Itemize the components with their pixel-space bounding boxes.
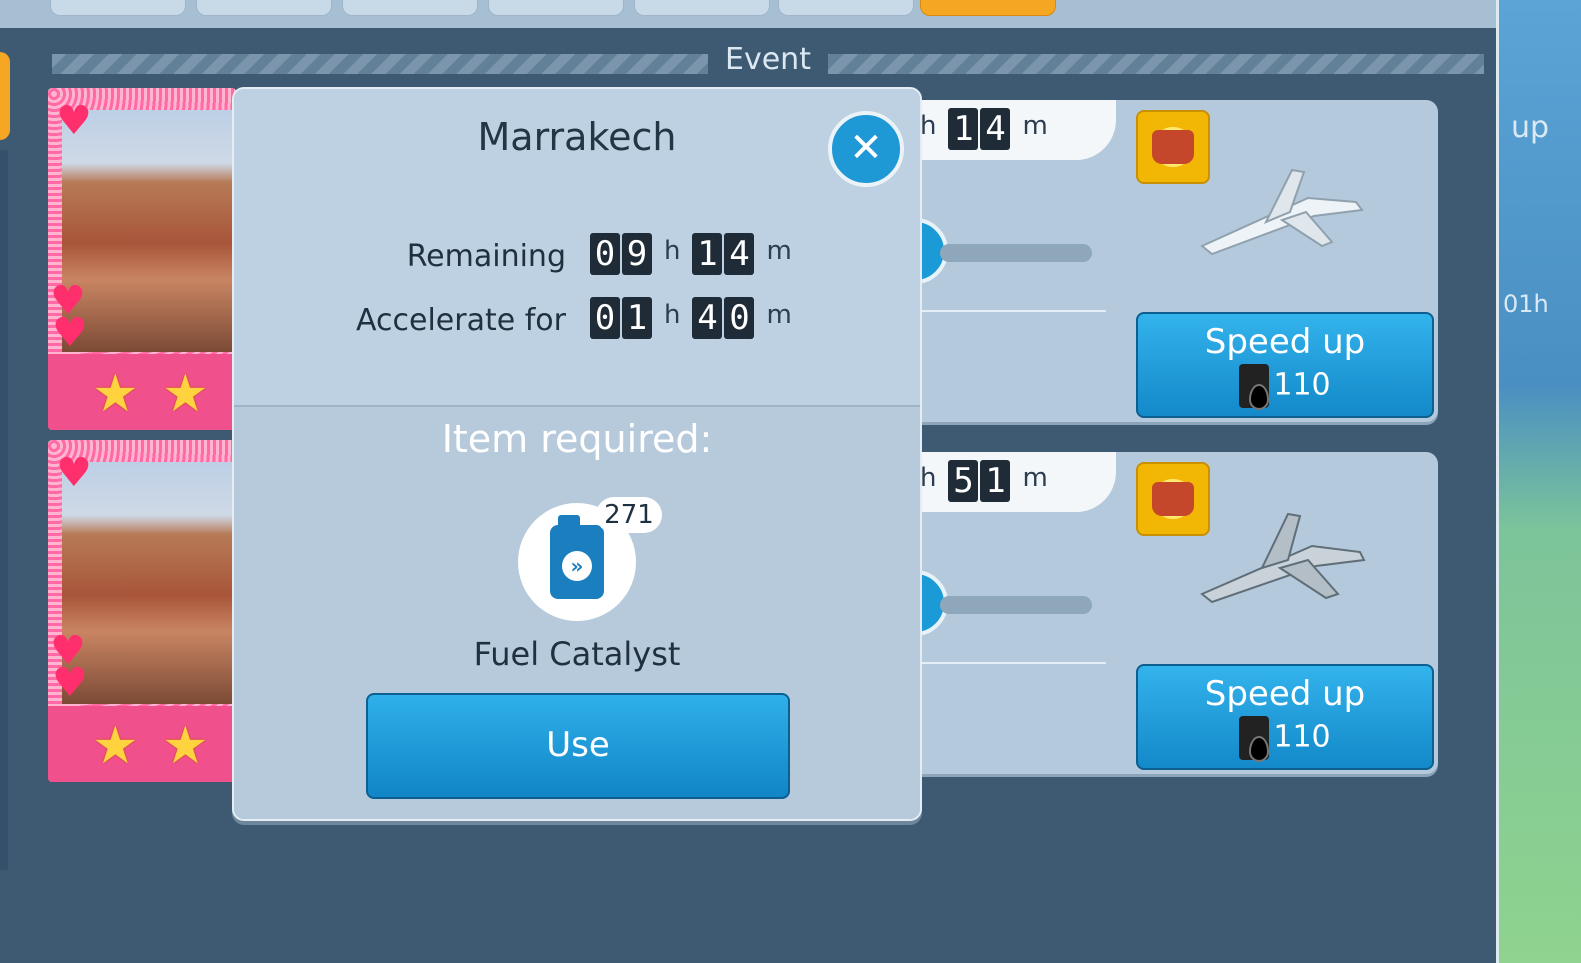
dialog-title: Marrakech (477, 115, 677, 159)
hour-unit: h (920, 111, 937, 141)
minute-digit: 1 (692, 233, 723, 275)
flight-timer: h14m (900, 100, 1116, 160)
minute-unit: m (766, 236, 792, 266)
minute-digit: 4 (724, 233, 755, 275)
hour-unit: h (664, 236, 681, 266)
marrakech-photo (62, 110, 236, 352)
heart-icon: ♥ (52, 660, 88, 706)
minute-digit: 5 (948, 460, 979, 502)
destination-stamp-2[interactable]: ♥ ♥ ♥ ★ ★ (48, 440, 236, 782)
heart-icon: ♥ (56, 450, 92, 496)
close-icon: ✕ (849, 125, 883, 171)
tab-1[interactable] (50, 0, 186, 16)
side-panel-handle[interactable] (0, 52, 10, 140)
hour-unit: h (664, 300, 681, 330)
progress-slider[interactable] (940, 596, 1092, 614)
minute-digit: 0 (724, 297, 755, 339)
flight-card-1: h14m Speed up 110 (882, 100, 1438, 422)
minute-unit: m (1022, 111, 1048, 141)
hour-digit: 1 (622, 297, 652, 339)
map-edge: up 01h (1496, 0, 1581, 963)
tab-5[interactable] (634, 0, 770, 16)
speed-up-label: Speed up (1204, 322, 1366, 362)
minute-digit: 1 (980, 460, 1011, 502)
flight-timer: h51m (900, 452, 1116, 512)
destination-stamp-1[interactable]: ♥ ♥ ♥ ★ ★ (48, 88, 236, 430)
minute-unit: m (1022, 463, 1048, 493)
heart-icon: ♥ (52, 310, 88, 356)
item-name: Fuel Catalyst (473, 635, 681, 673)
speed-up-button[interactable]: Speed up 110 (1136, 312, 1434, 418)
tab-3[interactable] (342, 0, 478, 16)
close-button[interactable]: ✕ (828, 111, 904, 187)
accelerate-label: Accelerate for (356, 303, 566, 338)
hour-digit: 0 (590, 297, 620, 339)
progress-slider[interactable] (940, 244, 1092, 262)
minute-digit: 1 (948, 108, 979, 150)
star-icon: ★ (162, 364, 209, 424)
tab-7-active[interactable] (920, 0, 1056, 16)
speed-up-cost: 110 (1273, 367, 1331, 403)
minute-digit: 4 (692, 297, 723, 339)
star-icon: ★ (92, 716, 139, 776)
flight-card-2: h51m Speed up 110 (882, 452, 1438, 774)
minute-digit: 4 (980, 108, 1011, 150)
event-section-title: Event (708, 40, 828, 80)
speed-up-cost: 110 (1273, 719, 1331, 755)
tab-4[interactable] (488, 0, 624, 16)
use-button[interactable]: Use (366, 693, 790, 799)
hour-digit: 9 (622, 233, 652, 275)
minute-unit: m (766, 300, 792, 330)
item-required-label: Item required: (441, 417, 713, 461)
fast-forward-icon: » (562, 551, 592, 581)
item-section: Item required: » 271 Fuel Catalyst Use (234, 407, 920, 819)
side-panel-edge (0, 150, 8, 870)
accelerate-dialog: Marrakech ✕ Remaining 09h14m Accelerate … (232, 87, 922, 821)
marrakech-photo (62, 462, 236, 704)
ghost-label: up (1511, 110, 1550, 145)
speed-up-label: Speed up (1204, 674, 1366, 714)
card-divider (900, 662, 1106, 664)
jet-icon (1200, 168, 1364, 256)
ghost-time: 01h (1503, 290, 1549, 318)
speed-up-button[interactable]: Speed up 110 (1136, 664, 1434, 770)
tab-2[interactable] (196, 0, 332, 16)
card-divider (900, 310, 1106, 312)
item-count-badge: 271 (596, 497, 662, 533)
oil-barrel-icon (1239, 716, 1270, 762)
heart-icon: ♥ (56, 98, 92, 144)
jet-icon (1200, 512, 1366, 604)
hour-digit: 0 (590, 233, 620, 275)
remaining-label: Remaining (406, 239, 566, 274)
dialog-header: Marrakech ✕ Remaining 09h14m Accelerate … (234, 89, 920, 407)
tab-6[interactable] (778, 0, 914, 16)
fuel-can-icon: » (550, 515, 604, 599)
star-icon: ★ (162, 716, 209, 776)
oil-barrel-icon (1239, 364, 1270, 410)
hour-unit: h (920, 463, 937, 493)
top-tab-bar (0, 0, 1500, 28)
star-icon: ★ (92, 364, 139, 424)
